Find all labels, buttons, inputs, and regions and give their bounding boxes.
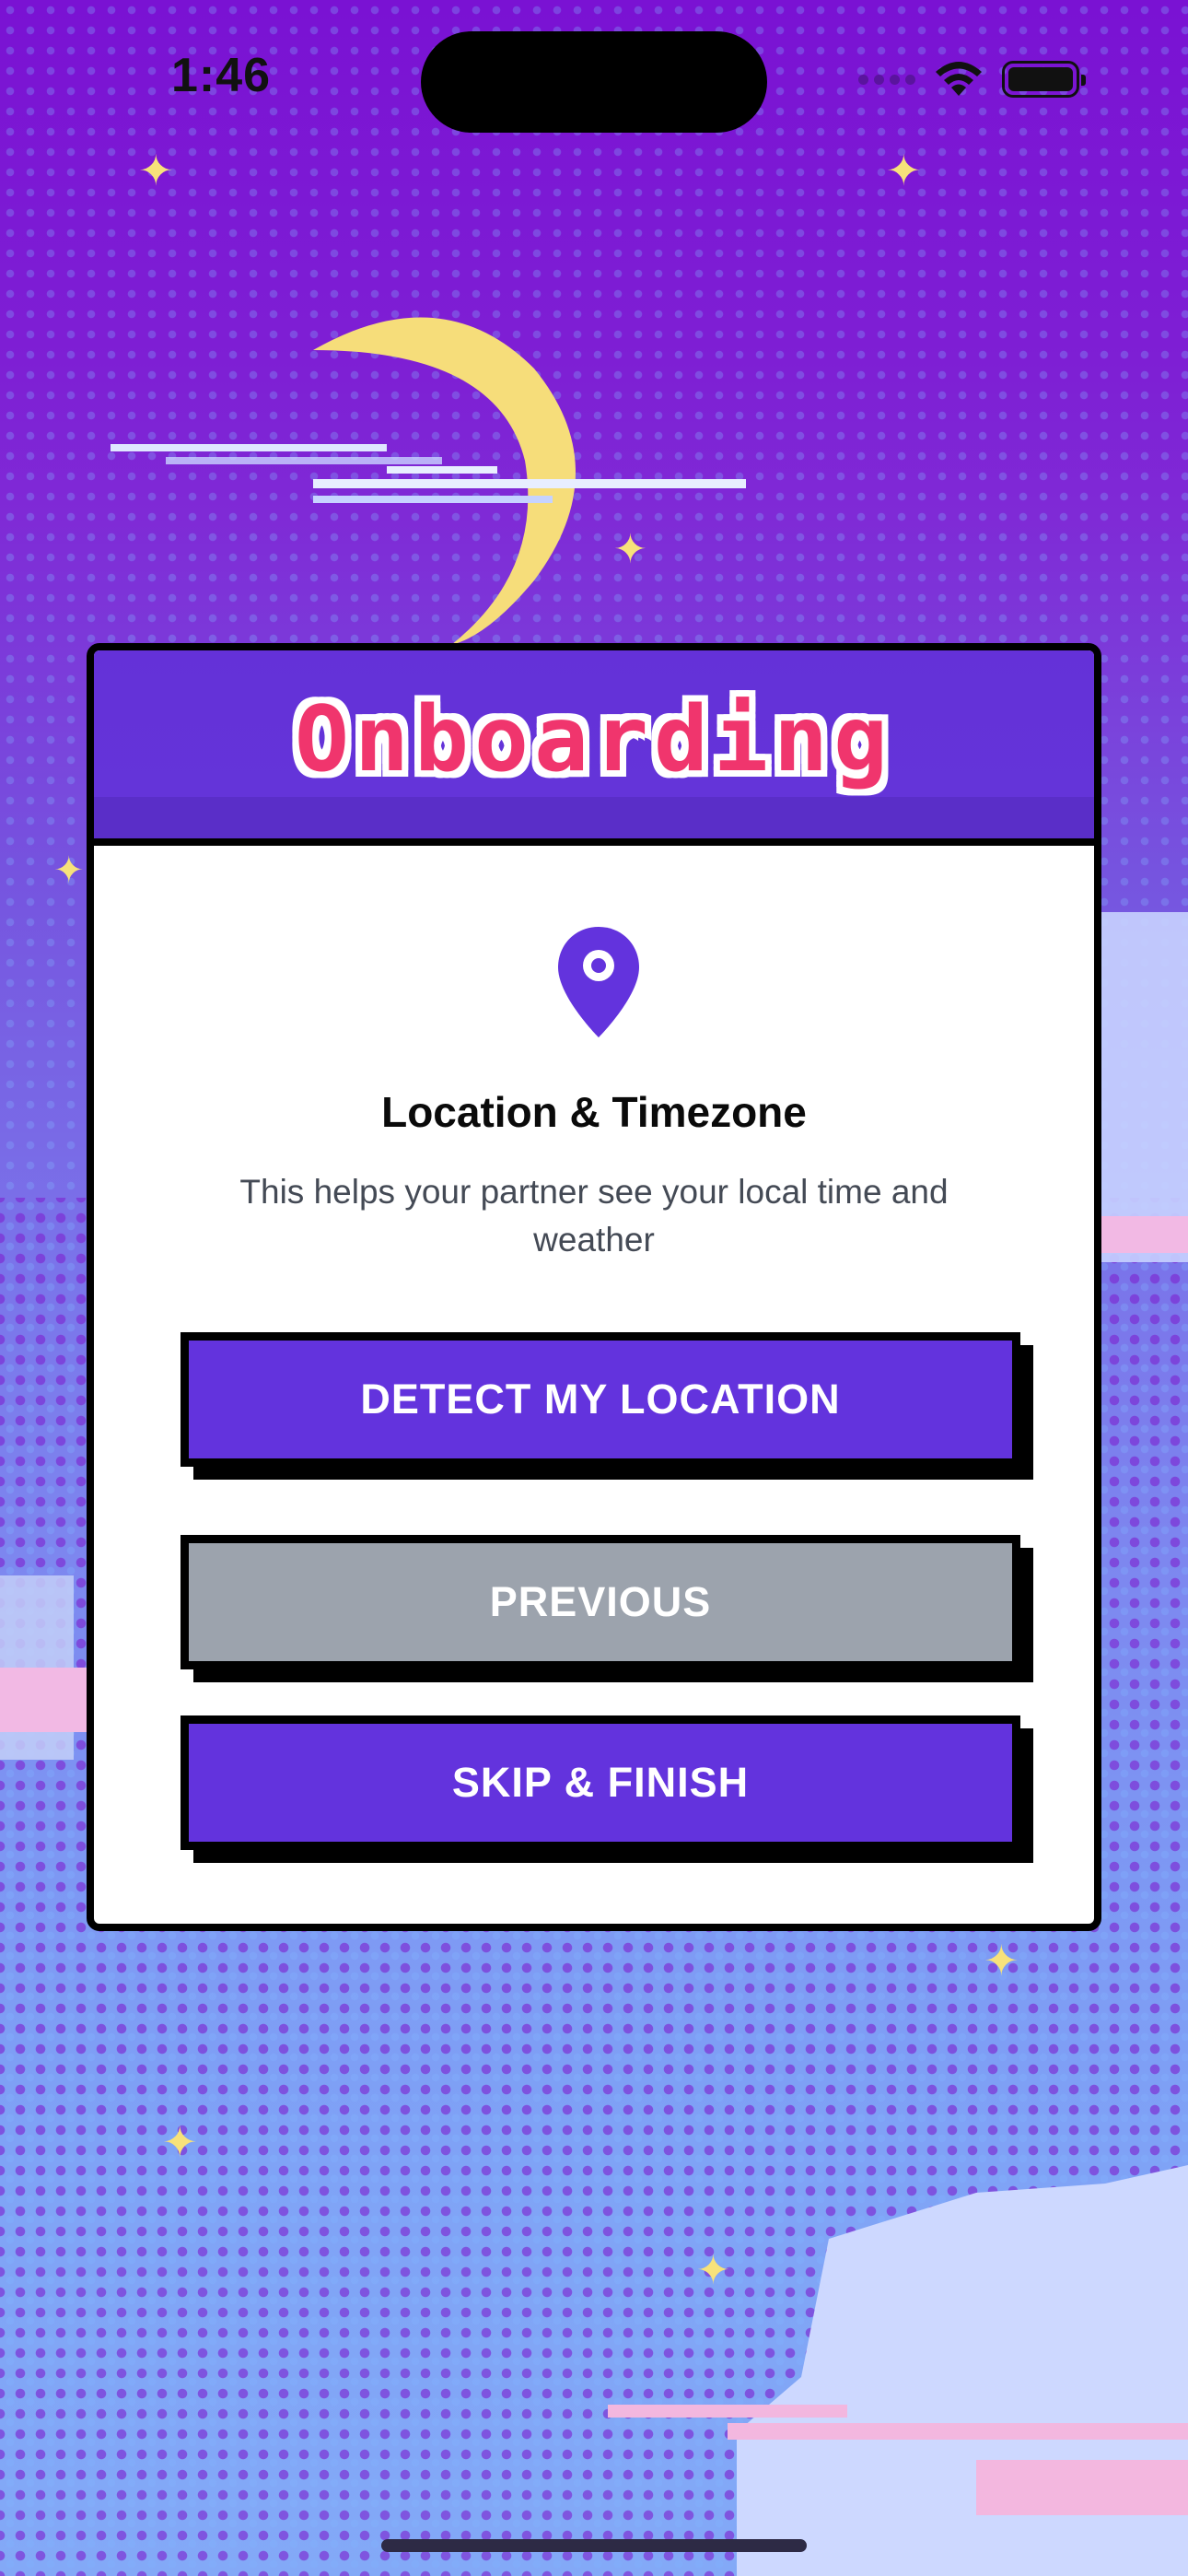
battery-icon xyxy=(1002,61,1086,98)
status-bar-time: 1:46 xyxy=(171,49,272,102)
bottom-cloud-illustration xyxy=(608,2165,1188,2576)
wifi-icon xyxy=(936,62,982,96)
step-description: This helps your partner see your local t… xyxy=(239,1173,949,1259)
step-title: Location & Timezone xyxy=(381,1088,807,1136)
sparkle-star-icon: ✦ xyxy=(162,2117,198,2167)
sparkle-star-icon: ✦ xyxy=(613,526,647,573)
onboarding-card: Onboarding Location & Timezone This help… xyxy=(87,643,1101,1931)
detect-location-button[interactable]: DETECT MY LOCATION xyxy=(181,1332,1020,1467)
sparkle-star-icon: ✦ xyxy=(138,146,174,195)
previous-button[interactable]: PREVIOUS xyxy=(181,1535,1020,1669)
cellular-signal-icon xyxy=(858,74,915,85)
onboarding-title: Onboarding xyxy=(294,687,893,792)
status-bar-indicators xyxy=(858,59,1086,100)
sparkle-star-icon: ✦ xyxy=(696,2247,730,2294)
dynamic-island xyxy=(421,31,767,133)
sparkle-star-icon: ✦ xyxy=(886,146,922,195)
skip-and-finish-button[interactable]: SKIP & FINISH xyxy=(181,1715,1020,1850)
home-indicator[interactable] xyxy=(381,2539,807,2552)
sparkle-star-icon: ✦ xyxy=(53,849,85,892)
card-header: Onboarding xyxy=(94,650,1094,846)
streak-cloud-illustration xyxy=(111,444,746,503)
location-pin-icon xyxy=(558,927,639,1037)
card-body: Location & Timezone This helps your part… xyxy=(94,846,1094,1924)
sparkle-star-icon: ✦ xyxy=(984,1936,1019,1985)
